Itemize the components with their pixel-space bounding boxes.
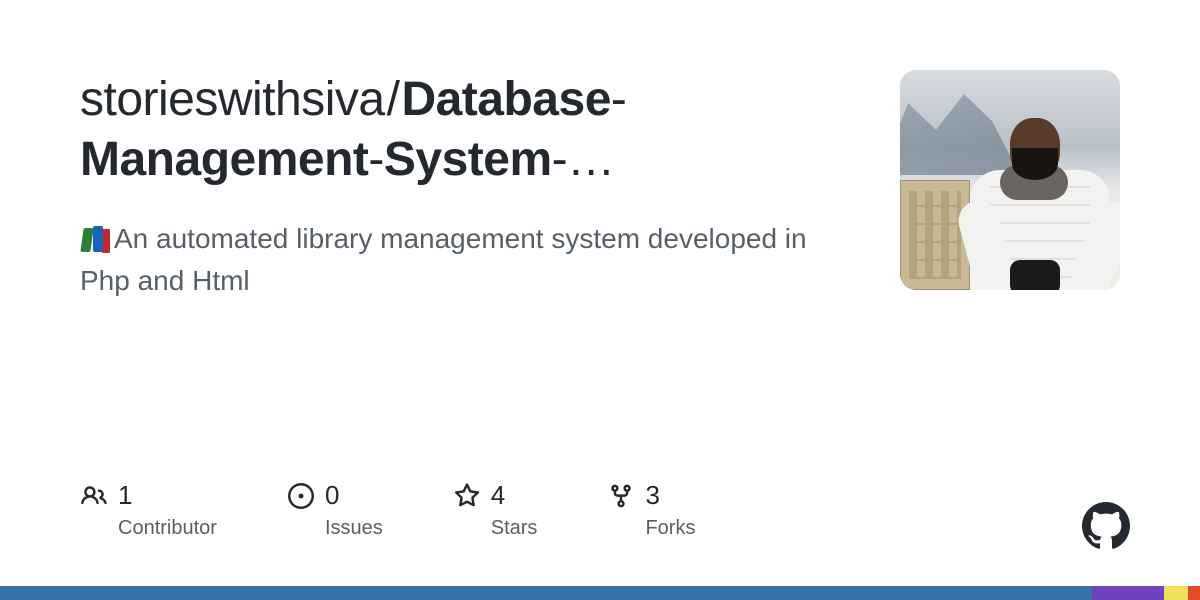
stars-stat[interactable]: 4 Stars — [453, 480, 538, 540]
repo-owner: storieswithsiva — [80, 73, 385, 126]
contributors-count: 1 — [118, 480, 132, 511]
issues-label: Issues — [325, 517, 383, 540]
forks-count: 3 — [645, 480, 659, 511]
star-icon — [453, 482, 481, 510]
issues-stat[interactable]: 0 Issues — [287, 480, 383, 540]
language-segment — [1092, 586, 1164, 600]
repo-name-part-2: Management — [80, 133, 368, 186]
books-icon — [80, 224, 108, 252]
language-bar — [0, 586, 1200, 600]
repo-name-ellipsis: … — [567, 133, 615, 186]
forks-label: Forks — [645, 517, 695, 540]
repo-name-part-3: System — [384, 133, 552, 186]
repo-name-part-1: Database — [401, 73, 610, 126]
repo-stats: 1 Contributor 0 Issues 4 Stars 3 Forks — [80, 480, 695, 540]
stars-count: 4 — [491, 480, 505, 511]
people-icon — [80, 482, 108, 510]
issue-icon — [287, 482, 315, 510]
fork-icon — [607, 482, 635, 510]
language-segment — [0, 586, 1092, 600]
language-segment — [1188, 586, 1200, 600]
repo-description: An automated library management system d… — [80, 218, 860, 302]
contributors-stat[interactable]: 1 Contributor — [80, 480, 217, 540]
avatar[interactable] — [900, 70, 1120, 290]
description-text: An automated library management system d… — [80, 223, 807, 296]
repo-title[interactable]: storieswithsiva/Database-Management-Syst… — [80, 70, 860, 190]
forks-stat[interactable]: 3 Forks — [607, 480, 695, 540]
issues-count: 0 — [325, 480, 339, 511]
contributors-label: Contributor — [118, 517, 217, 540]
repo-slash: / — [387, 73, 400, 126]
stars-label: Stars — [491, 517, 538, 540]
language-segment — [1164, 586, 1188, 600]
github-logo-icon[interactable] — [1082, 502, 1130, 550]
